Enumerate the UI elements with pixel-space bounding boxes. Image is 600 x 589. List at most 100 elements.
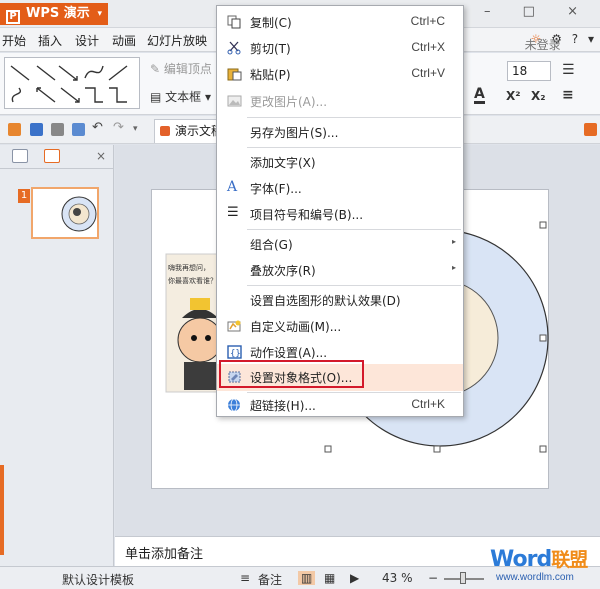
menu-slideshow[interactable]: 幻灯片放映: [147, 32, 207, 49]
menu-item-paste[interactable]: 粘贴(P) Ctrl+V: [217, 61, 463, 87]
slides-tab-icon[interactable]: [44, 149, 60, 163]
menu-item-label: 更改图片(A)...: [250, 95, 328, 109]
thumbnail-preview: [61, 196, 97, 232]
slideshow-icon[interactable]: ▶: [350, 571, 359, 585]
menu-item-copy[interactable]: 复制(C) Ctrl+C: [217, 9, 463, 35]
text-box-icon: ▤: [150, 90, 162, 104]
chevron-down-icon[interactable]: ▾: [588, 32, 594, 46]
help-icon[interactable]: ?: [572, 32, 578, 46]
menu-separator: [247, 117, 461, 118]
menu-item-font[interactable]: A 字体(F)...: [217, 175, 463, 201]
paste-icon: [227, 68, 242, 81]
menu-start[interactable]: 开始: [2, 32, 26, 49]
text-box-label: 文本框: [165, 90, 202, 104]
menu-item-change-picture[interactable]: 更改图片(A)...: [217, 88, 463, 114]
menu-item-label: 超链接(H)...: [250, 399, 316, 413]
menu-item-shortcut: Ctrl+X: [411, 40, 445, 54]
menu-separator: [247, 285, 461, 286]
submenu-arrow-icon: ▸: [451, 263, 456, 272]
watermark-brand-cn: 联盟: [551, 549, 588, 571]
superscript-button[interactable]: X²: [506, 89, 521, 103]
menubar-right: 未登录 ☼ ⚙ ? ▾: [525, 32, 594, 52]
panel-tabs: ×: [0, 145, 114, 169]
edit-vertices-icon: ✎: [150, 62, 161, 76]
menu-item-label: 叠放次序(R): [250, 264, 316, 278]
font-icon: A: [227, 179, 238, 195]
notes-toggle[interactable]: 备注: [258, 571, 282, 588]
text-box-button[interactable]: ▤ 文本框 ▾: [150, 88, 211, 105]
wps-app-menu-button[interactable]: P WPS 演示 ▾: [0, 3, 108, 25]
watermark-logo: Word联盟: [490, 545, 588, 572]
app-title: WPS 演示: [26, 6, 90, 21]
menu-item-label: 组合(G): [250, 238, 293, 252]
menu-item-add-text[interactable]: 添加文字(X): [217, 149, 463, 175]
menu-animation[interactable]: 动画: [112, 32, 136, 49]
highlight-frame: [219, 360, 364, 388]
menu-item-cut[interactable]: 剪切(T) Ctrl+X: [217, 35, 463, 61]
menu-item-label: 添加文字(X): [250, 156, 316, 170]
align-left-icon[interactable]: ≡: [562, 87, 574, 103]
picture-caption-line1: 嗨我再想问，: [168, 264, 210, 272]
menu-item-label: 另存为图片(S)...: [250, 126, 339, 140]
menu-item-label: 字体(F)...: [250, 182, 302, 196]
menu-item-shortcut: Ctrl+C: [410, 14, 445, 28]
menu-insert[interactable]: 插入: [38, 32, 62, 49]
zoom-out-icon[interactable]: −: [428, 571, 438, 585]
close-icon[interactable]: ×: [96, 149, 106, 163]
login-link[interactable]: 未登录: [525, 36, 561, 53]
panel-splitter[interactable]: [0, 465, 4, 555]
custom-animation-icon: [227, 320, 241, 332]
design-template-label[interactable]: 默认设计模板: [62, 571, 134, 588]
hyperlink-icon: [228, 398, 240, 412]
site-watermark: Word联盟 www.wordlm.com: [490, 545, 598, 587]
menu-item-label: 设置自选图形的默认效果(D): [250, 294, 401, 308]
watermark-brand: Word: [490, 547, 552, 572]
zoom-slider-knob[interactable]: [460, 572, 466, 584]
zoom-value[interactable]: 43 %: [382, 571, 413, 585]
menu-item-label: 复制(C): [250, 16, 292, 30]
scissors-icon: [227, 41, 241, 55]
undo-icon[interactable]: ↶: [92, 120, 105, 135]
shape-gallery[interactable]: [4, 57, 140, 109]
slide-thumbnail[interactable]: [31, 187, 99, 239]
menu-item-group[interactable]: 组合(G) ▸: [217, 231, 463, 257]
print-icon[interactable]: [51, 123, 64, 136]
slide-sorter-icon[interactable]: ▦: [324, 571, 335, 585]
font-size-select[interactable]: 18: [507, 61, 551, 81]
menu-item-shortcut: Ctrl+K: [411, 397, 445, 411]
subscript-button[interactable]: X₂: [531, 89, 546, 103]
normal-view-icon[interactable]: ▥: [298, 571, 316, 585]
menu-item-order[interactable]: 叠放次序(R) ▸: [217, 257, 463, 283]
notes-placeholder: 单击添加备注: [125, 547, 204, 562]
window-controls[interactable]: – □ ×: [484, 4, 592, 19]
edit-vertices-button[interactable]: ✎ 编辑顶点: [150, 60, 212, 77]
menu-item-label: 粘贴(P): [250, 68, 291, 82]
menu-item-custom-animation[interactable]: 自定义动画(M)...: [217, 313, 463, 339]
menu-design[interactable]: 设计: [75, 32, 99, 49]
redo-icon[interactable]: ↷: [113, 120, 126, 135]
slide-number: 1: [18, 189, 30, 203]
submenu-arrow-icon: ▸: [451, 237, 456, 246]
edit-vertices-label: 编辑顶点: [163, 62, 212, 76]
menu-item-label: 自定义动画(M)...: [250, 320, 342, 334]
outline-tab-icon[interactable]: [12, 149, 28, 163]
document-tab[interactable]: 演示文稿: [154, 119, 224, 143]
new-icon[interactable]: [8, 123, 21, 136]
save-icon[interactable]: [30, 123, 43, 136]
menu-separator: [247, 229, 461, 230]
context-menu: 复制(C) Ctrl+C 剪切(T) Ctrl+X 粘贴(P) Ctrl+V 更…: [216, 5, 464, 417]
watermark-url: www.wordlm.com: [496, 572, 574, 583]
menu-item-hyperlink[interactable]: 超链接(H)... Ctrl+K: [217, 392, 463, 418]
menu-item-bullets[interactable]: ☰ 项目符号和编号(B)...: [217, 201, 463, 227]
chevron-down-icon[interactable]: ▾: [133, 124, 146, 137]
menu-item-save-as-picture[interactable]: 另存为图片(S)...: [217, 119, 463, 145]
toolbar-right-icon[interactable]: [584, 123, 597, 136]
copy-icon: [227, 15, 241, 29]
notes-icon[interactable]: ≡: [240, 571, 250, 585]
bullets-icon: ☰: [227, 205, 239, 220]
list-icon[interactable]: ☰: [562, 62, 575, 78]
text-color-button[interactable]: A: [474, 87, 485, 104]
preview-icon[interactable]: [72, 123, 85, 136]
menu-item-default-effect[interactable]: 设置自选图形的默认效果(D): [217, 287, 463, 313]
line-shapes-icon: [10, 65, 128, 103]
